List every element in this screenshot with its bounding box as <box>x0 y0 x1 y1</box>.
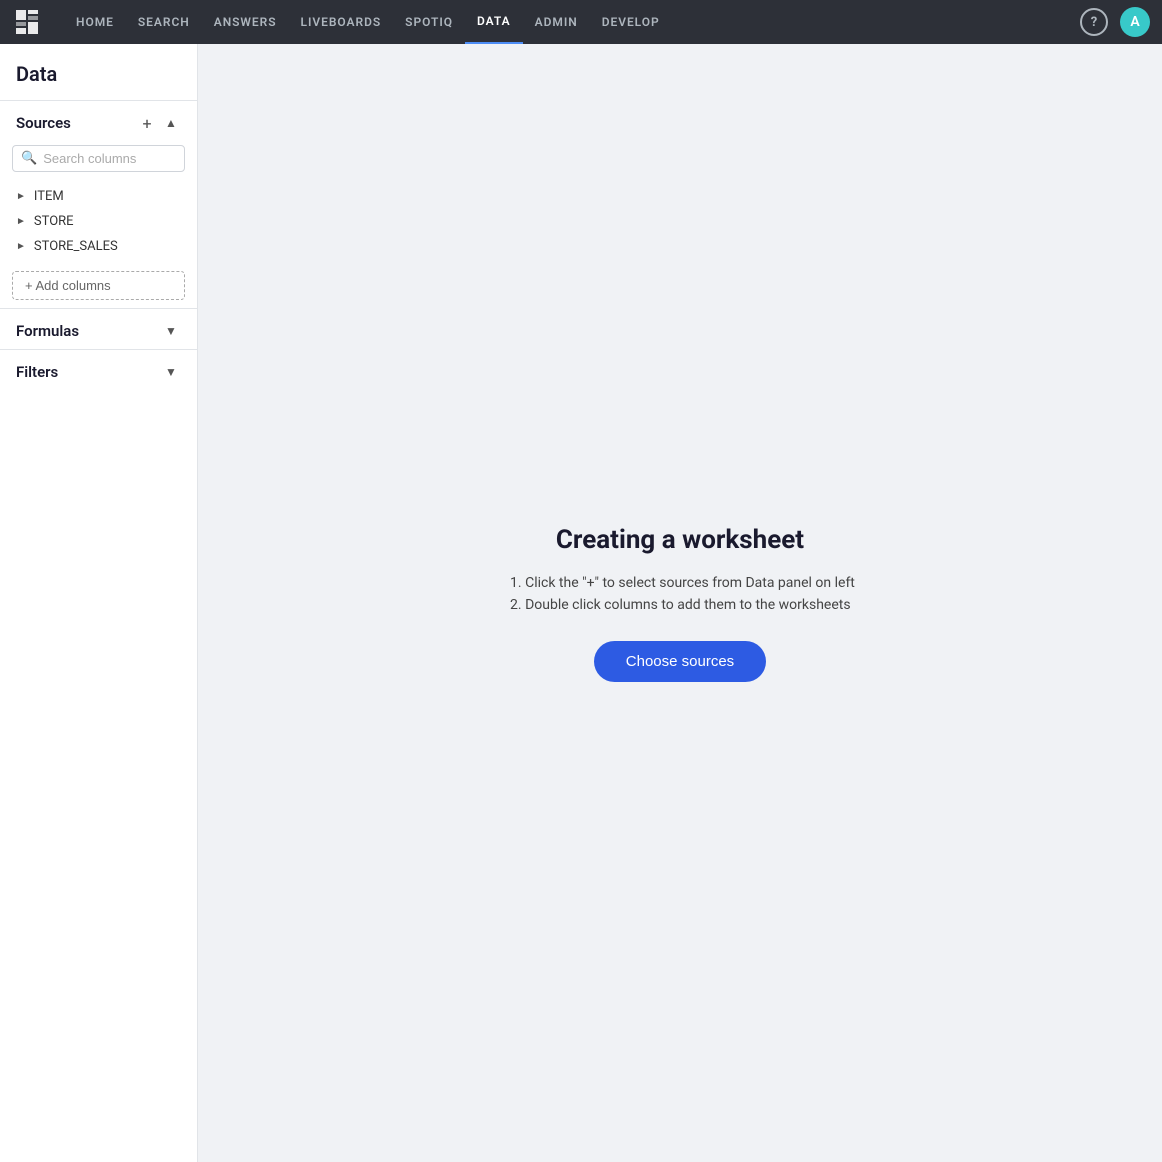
formulas-section-header[interactable]: Formulas ▼ <box>0 309 197 349</box>
nav-item-admin[interactable]: ADMIN <box>523 0 590 44</box>
formulas-title: Formulas <box>16 322 161 340</box>
nav-item-data[interactable]: DATA <box>465 0 523 44</box>
sources-chevron-icon: ▲ <box>161 113 181 133</box>
worksheet-guide: Creating a worksheet Click the "+" to se… <box>505 525 855 682</box>
app-logo[interactable] <box>12 6 44 38</box>
search-columns-input[interactable] <box>43 151 176 166</box>
search-columns-box[interactable]: 🔍 <box>12 145 185 172</box>
nav-right: ? A <box>1080 7 1150 37</box>
source-store-chevron-icon: ► <box>16 216 26 227</box>
worksheet-step-1: Click the "+" to select sources from Dat… <box>525 575 855 591</box>
help-button[interactable]: ? <box>1080 8 1108 36</box>
sidebar: Data Sources + ▲ 🔍 ► ITEM ► STORE ► STOR… <box>0 44 198 1162</box>
user-avatar[interactable]: A <box>1120 7 1150 37</box>
worksheet-heading: Creating a worksheet <box>505 525 855 555</box>
source-item-label: ITEM <box>34 189 64 204</box>
main-layout: Data Sources + ▲ 🔍 ► ITEM ► STORE ► STOR… <box>0 44 1162 1162</box>
nav-item-develop[interactable]: DEVELOP <box>590 0 672 44</box>
sources-title: Sources <box>16 114 137 132</box>
search-icon: 🔍 <box>21 151 37 166</box>
source-store-sales-chevron-icon: ► <box>16 241 26 252</box>
nav-item-answers[interactable]: ANSWERS <box>202 0 289 44</box>
add-columns-button[interactable]: + Add columns <box>12 271 185 300</box>
source-store-sales-label: STORE_SALES <box>34 239 118 254</box>
source-item-chevron-icon: ► <box>16 191 26 202</box>
source-item-store-sales[interactable]: ► STORE_SALES <box>0 234 197 259</box>
top-navigation: HOMESEARCHANSWERSLIVEBOARDSSPOTIQDATAADM… <box>0 0 1162 44</box>
filters-section-header[interactable]: Filters ▼ <box>0 350 197 390</box>
choose-sources-button[interactable]: Choose sources <box>594 641 766 682</box>
source-item-store[interactable]: ► STORE <box>0 209 197 234</box>
nav-item-search[interactable]: SEARCH <box>126 0 202 44</box>
worksheet-step-2: Double click columns to add them to the … <box>525 597 855 613</box>
nav-item-home[interactable]: HOME <box>64 0 126 44</box>
nav-item-liveboards[interactable]: LIVEBOARDS <box>289 0 394 44</box>
nav-item-spotiq[interactable]: SPOTIQ <box>393 0 465 44</box>
source-store-label: STORE <box>34 214 74 229</box>
page-title: Data <box>0 44 197 101</box>
worksheet-steps: Click the "+" to select sources from Dat… <box>505 575 855 613</box>
main-content: Creating a worksheet Click the "+" to se… <box>198 44 1162 1162</box>
add-source-button[interactable]: + <box>137 113 157 133</box>
filters-title: Filters <box>16 363 161 381</box>
source-list: ► ITEM ► STORE ► STORE_SALES <box>0 180 197 263</box>
nav-items: HOMESEARCHANSWERSLIVEBOARDSSPOTIQDATAADM… <box>64 0 672 44</box>
sources-section-header[interactable]: Sources + ▲ <box>0 101 197 141</box>
source-item-item[interactable]: ► ITEM <box>0 184 197 209</box>
formulas-chevron-icon: ▼ <box>161 321 181 341</box>
filters-chevron-icon: ▼ <box>161 362 181 382</box>
